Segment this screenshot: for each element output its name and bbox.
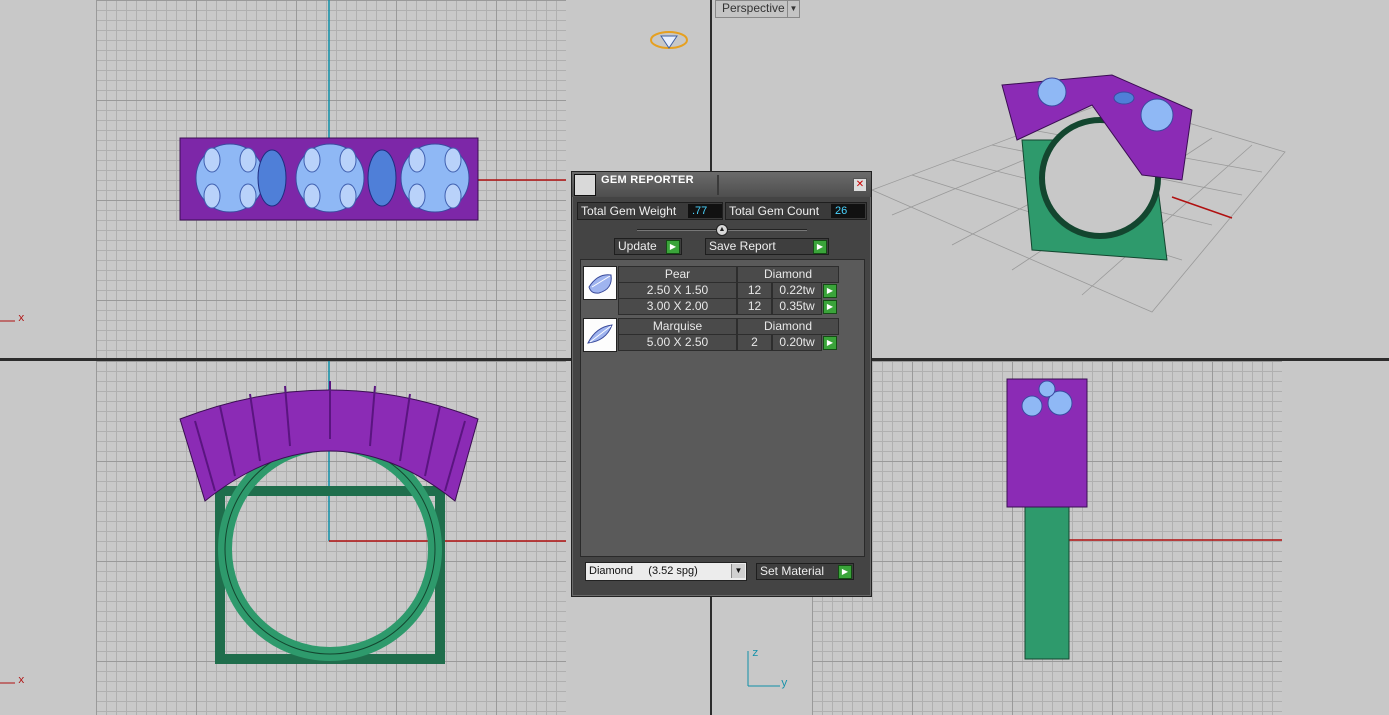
- gem-shape-header: Pear: [618, 266, 737, 283]
- save-report-button[interactable]: Save Report ▶: [705, 238, 829, 255]
- total-gem-count-value: 26: [831, 204, 865, 218]
- gem-material-header: Diamond: [737, 266, 839, 283]
- material-select-value: Diamond (3.52 spg): [589, 565, 698, 577]
- update-button-label: Update: [618, 239, 657, 253]
- material-select[interactable]: Diamond (3.52 spg) ▼: [585, 562, 747, 581]
- play-icon: ▶: [666, 240, 680, 254]
- gem-count-cell: 2: [737, 334, 772, 351]
- front-axis-x-label: x: [18, 675, 25, 687]
- gem-list[interactable]: Pear Diamond 2.50 X 1.50 12 0.22tw ▶ 3.0…: [580, 259, 865, 557]
- gem-weight-cell: 0.20tw: [772, 334, 822, 351]
- gem-shape-header: Marquise: [618, 318, 737, 335]
- gem-reporter-panel: GEM REPORTER ✕ Total Gem Weight .77 Tota…: [571, 171, 872, 597]
- gem-count-cell: 12: [737, 282, 772, 299]
- play-icon: ▶: [838, 565, 852, 579]
- gem-size-cell: 3.00 X 2.00: [618, 298, 737, 315]
- ring-top-view: [179, 137, 479, 221]
- side-axis-y-label: y: [781, 678, 788, 690]
- total-gem-weight-value: .77: [688, 204, 722, 218]
- close-icon[interactable]: ✕: [853, 178, 867, 192]
- set-material-button[interactable]: Set Material ▶: [756, 563, 854, 580]
- panel-titlebar[interactable]: GEM REPORTER ✕: [572, 172, 871, 197]
- titlebar-divider: [717, 175, 719, 195]
- gem-weight-cell: 0.22tw: [772, 282, 822, 299]
- select-gems-button[interactable]: ▶: [823, 284, 837, 298]
- collapse-toggle-icon[interactable]: ▲: [716, 224, 728, 236]
- gem-size-cell: 2.50 X 1.50: [618, 282, 737, 299]
- set-material-button-label: Set Material: [760, 564, 825, 578]
- gem-material-header: Diamond: [737, 318, 839, 335]
- total-gem-weight: Total Gem Weight .77: [577, 202, 723, 220]
- select-gems-button[interactable]: ▶: [823, 300, 837, 314]
- panel-title: GEM REPORTER: [601, 174, 694, 186]
- top-axis-x-label: x: [18, 313, 25, 325]
- total-gem-weight-label: Total Gem Weight: [581, 204, 677, 218]
- ring-side-view: [1006, 378, 1088, 660]
- total-gem-count: Total Gem Count 26: [725, 202, 867, 220]
- pear-gem-icon: [583, 266, 617, 300]
- gem-count-cell: 12: [737, 298, 772, 315]
- chevron-down-icon[interactable]: ▼: [787, 0, 800, 18]
- ring-perspective: [1001, 74, 1193, 261]
- gem-size-cell: 5.00 X 2.50: [618, 334, 737, 351]
- gem-reporter-icon: [574, 174, 596, 196]
- select-gems-button[interactable]: ▶: [823, 336, 837, 350]
- total-gem-count-label: Total Gem Count: [729, 204, 820, 218]
- save-report-button-label: Save Report: [709, 239, 776, 253]
- chevron-down-icon: ▼: [731, 564, 745, 578]
- gem-cursor-icon: [650, 31, 688, 49]
- side-axis-z-label: z: [752, 648, 759, 660]
- gem-weight-cell: 0.35tw: [772, 298, 822, 315]
- viewport-label-perspective[interactable]: Perspective: [715, 0, 792, 18]
- play-icon: ▶: [813, 240, 827, 254]
- update-button[interactable]: Update ▶: [614, 238, 682, 255]
- marquise-gem-icon: [583, 318, 617, 352]
